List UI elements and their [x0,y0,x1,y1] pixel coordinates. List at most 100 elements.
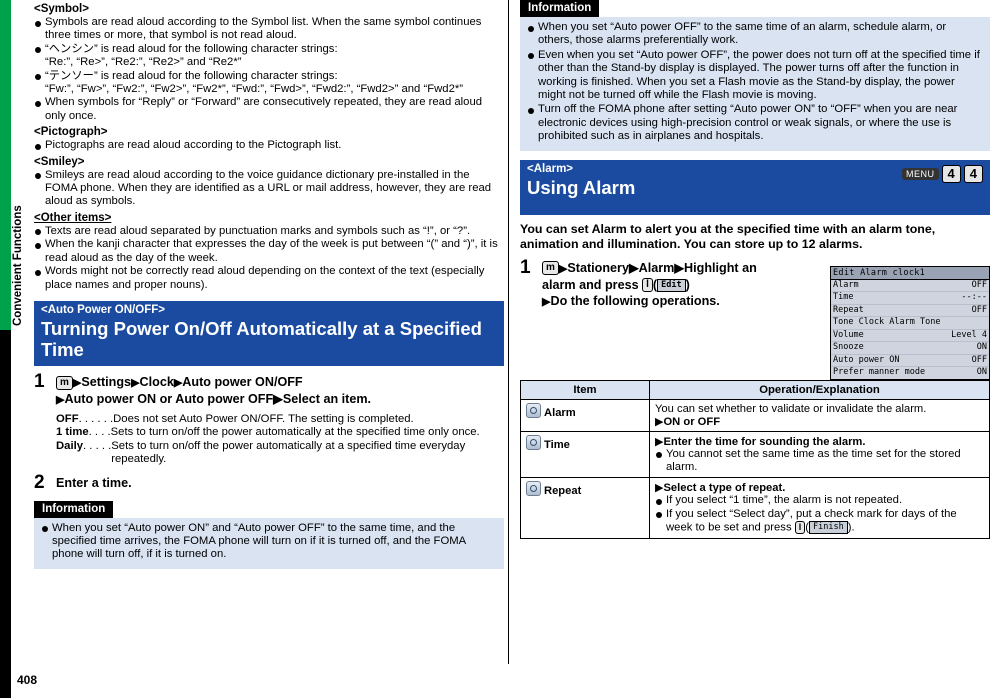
menu-key[interactable]: m [56,375,73,390]
step-1-line-2: ▶Auto power ON or Auto power OFF▶Select … [56,391,372,406]
list-item: Pictographs are read aloud according to … [34,139,504,152]
shortcut-keys: MENU 4 4 [902,164,983,183]
step-1-right: 1 m ▶Stationery▶Alarm▶Highlight an alarm … [520,257,842,310]
row-value: OFF [971,279,987,290]
alarm-lead-text: You can set Alarm to alert you at the sp… [520,221,936,251]
symbol-sub1: “Re:”, “Re>”, “Re2:”, “Re2>” and “Re2*” [45,56,242,69]
left-soft-key[interactable]: l [794,521,806,535]
clock-icon [526,434,541,450]
step-2: 2 Enter a time. [34,472,504,492]
operation-notes: If you select “1 time”, the alarm is not… [655,494,984,535]
symbol-sub2: “Fw:”, “Fw>”, “Fw2:”, “Fw2>”, “Fw2*”, “F… [45,83,464,96]
step-1-line-3: ▶Do the following operations. [542,293,720,308]
pictograph-list: Pictographs are read aloud according to … [34,139,504,152]
row-value: ON [976,367,987,378]
finish-button[interactable]: Finish [809,521,848,535]
list-item: Smileys are read aloud according to the … [34,169,504,209]
information-header: Information [34,500,114,518]
information-body: When you set “Auto power ON” and “Auto p… [34,517,504,569]
page: Convenient Functions 408 <Symbol> Symbol… [0,0,1004,698]
chapter-tab-black-bar [0,330,11,698]
other-items-list: Texts are read aloud separated by punctu… [34,225,504,292]
list-item: When you set “Auto power ON” and “Auto p… [41,522,497,562]
option-desc: Sets to turn on/off the power automatica… [111,439,466,466]
list-item: When the kanji character that expresses … [34,238,504,265]
row-label: Prefer manner mode [833,367,926,378]
clock-label: Clock [139,374,174,389]
table-cell-item: Repeat [520,477,650,540]
information-header-row: Information [520,0,990,17]
list-item: Turn off the FOMA phone after setting “A… [527,103,983,143]
list-item: “テンソー” is read aloud for the following c… [34,70,504,83]
table-row: Time ▶Enter the time for sounding the al… [520,430,990,479]
menu-key[interactable]: m [542,261,559,276]
list-item: Symbols are read aloud according to the … [34,16,504,43]
smiley-list: Smileys are read aloud according to the … [34,169,504,209]
option-desc: Does not set Auto Power ON/OFF. The sett… [113,412,414,425]
number-key-4a[interactable]: 4 [941,164,961,183]
option-off: OFF . . . . . . Does not set Auto Power … [56,413,504,426]
auto-power-label: Auto power ON/OFF [182,374,303,389]
phone-screen-row: Alarm OFF [831,280,989,293]
phone-screen-row: Repeat OFF [831,305,989,318]
information-header: Information [520,0,600,17]
option-term: Daily [56,439,84,452]
column-divider [508,0,509,664]
item-label: Time [544,438,570,451]
table-header-row: Item Operation/Explanation [520,379,990,400]
table-cell-operation: ▶Select a type of repeat. If you select … [649,477,990,540]
phone-screen-row: Snooze ON [831,342,989,355]
section-subtitle: <Auto Power ON/OFF> [41,303,165,316]
information-box-right: Information When you set “Auto power OFF… [520,0,990,151]
operation-notes: You cannot set the same time as the time… [655,448,984,475]
operation-action-text: ON or OFF [663,415,721,428]
row-value: --:-- [961,292,987,303]
menu-key-icon[interactable]: MENU [902,167,939,180]
table-header-operation: Operation/Explanation [649,379,990,400]
other-items-heading: <Other items> [34,211,112,224]
list-item: “ヘンシン” is read aloud for the following c… [34,43,504,56]
operation-action-text: Enter the time for sounding the alarm. [663,435,866,448]
pictograph-heading: <Pictograph> [34,126,108,139]
settings-label: Settings [81,374,132,389]
operation-action: ▶ON or OFF [655,415,721,428]
section-title: Turning Power On/Off Automatically at a … [41,317,482,360]
row-value: OFF [971,304,987,315]
list-item: Texts are read aloud separated by punctu… [34,225,504,238]
row-label: Volume [833,329,864,340]
left-soft-key[interactable]: l [642,278,653,293]
phone-screen-title: Edit Alarm clock1 [831,266,989,280]
list-item: If you select “Select day”, put a check … [655,508,984,535]
number-key-4b[interactable]: 4 [963,164,983,183]
step-1-line-3-text: Do the following operations. [550,293,720,308]
table-header-item: Item [520,379,650,400]
list-item: If you select “1 time”, the alarm is not… [655,494,984,507]
information-list: When you set “Auto power OFF” to the sam… [527,21,983,144]
option-daily: Daily . . . . . Sets to turn on/off the … [56,440,504,467]
table-row: Alarm You can set whether to validate or… [520,398,990,432]
step-1-line-2-text: Auto power ON or Auto power OFF▶Select a… [64,391,372,406]
step-number: 1 [34,370,45,392]
step-2-text: Enter a time. [56,475,132,490]
phone-screen-row: Time --:-- [831,292,989,305]
row-value: OFF [971,354,987,365]
information-list: When you set “Auto power ON” and “Auto p… [41,522,497,562]
row-label: Tone Clock Alarm Tone [833,317,941,328]
operation-action: ▶Select a type of repeat. [655,482,786,495]
symbol-heading: <Symbol> [34,3,89,15]
list-item: When symbols for “Reply” or “Forward” ar… [34,96,504,123]
list-item: Even when you set “Auto power OFF”, the … [527,49,983,103]
step-1-line-2-text: alarm and press [542,277,639,292]
phone-screen-row: Prefer manner mode ON [831,367,989,379]
option-term: 1 time [56,426,89,439]
smiley-heading: <Smiley> [34,155,85,168]
item-label: Alarm [544,406,576,419]
phone-screen-row: Tone Clock Alarm Tone [831,317,989,330]
edit-button[interactable]: Edit [657,278,686,292]
step-1: 1 m ▶Settings▶Clock▶Auto power ON/OFF ▶Au… [34,370,504,408]
left-column: <Symbol> Symbols are read aloud accordin… [34,0,504,569]
list-item: You cannot set the same time as the time… [655,448,984,475]
operation-action-text: Select a type of repeat. [663,482,786,495]
option-term: OFF [56,412,79,425]
table-cell-item: Alarm [520,398,650,432]
